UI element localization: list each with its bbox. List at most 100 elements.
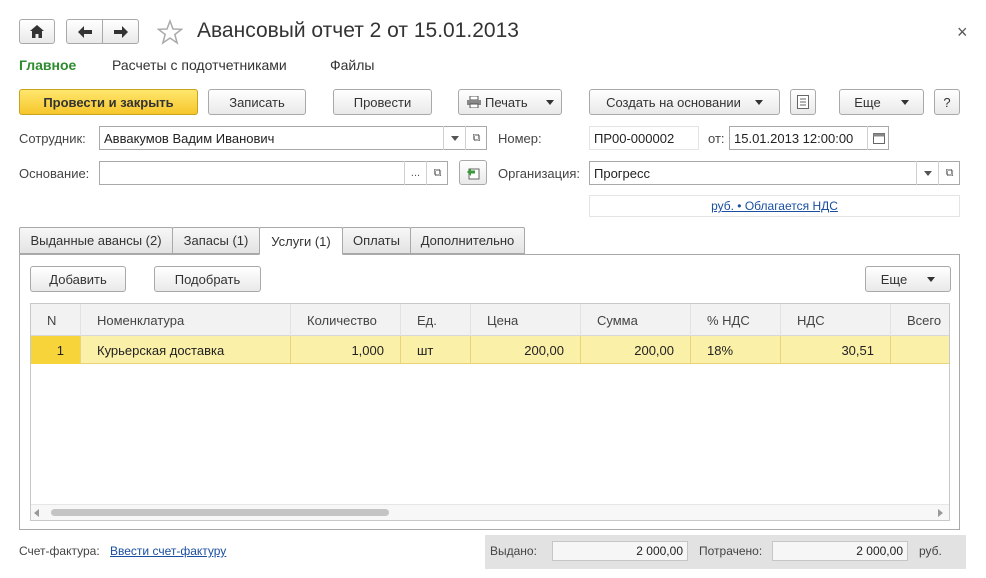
cell-unit-value: шт — [417, 342, 434, 358]
cell-quantity-value: 1,000 — [351, 342, 384, 358]
employee-field[interactable]: Аввакумов Вадим Иванович ⧉ — [99, 126, 487, 150]
help-button[interactable]: ? — [934, 89, 960, 115]
cell-n[interactable]: 1 — [31, 336, 81, 364]
tab-services[interactable]: Услуги (1) — [259, 227, 343, 255]
chevron-down-icon — [900, 99, 909, 105]
cell-sum[interactable]: 200,00 — [581, 336, 691, 364]
more-label: Еще — [854, 94, 881, 110]
pick-button[interactable]: Подобрать — [154, 266, 261, 292]
vat-info-box: руб. • Облагается НДС — [589, 195, 960, 217]
cell-n-value: 1 — [56, 342, 64, 358]
tab-inventory[interactable]: Запасы (1) — [172, 227, 260, 254]
cell-item[interactable]: Курьерская доставка — [81, 336, 291, 364]
spent-label: Потрачено: — [699, 544, 763, 558]
cell-vat-rate-value: 18% — [707, 342, 734, 358]
home-button[interactable] — [19, 19, 55, 44]
chevron-down-icon — [545, 99, 554, 105]
issued-label: Выдано: — [490, 544, 537, 558]
organization-value: Прогресс — [594, 165, 651, 181]
report-icon-button[interactable] — [790, 89, 816, 115]
post-and-close-button[interactable]: Провести и закрыть — [19, 89, 198, 115]
post-button[interactable]: Провести — [333, 89, 432, 115]
fill-from-basis-icon — [467, 167, 480, 179]
totals-panel: Выдано: 2 000,00 Потрачено: 2 000,00 руб… — [485, 535, 966, 569]
forward-button[interactable] — [102, 19, 139, 44]
tab-additional[interactable]: Дополнительно — [410, 227, 525, 254]
page-title: Авансовый отчет 2 от 15.01.2013 — [197, 19, 519, 42]
scrollbar-thumb[interactable] — [51, 509, 389, 516]
open-icon[interactable]: ⧉ — [426, 161, 448, 185]
date-label: от: — [708, 131, 725, 146]
table-header: N Номенклатура Количество Ед. Цена Сумма… — [31, 304, 949, 336]
employee-value: Аввакумов Вадим Иванович — [104, 130, 275, 146]
more-button[interactable]: Еще — [839, 89, 924, 115]
vat-link[interactable]: руб. • Облагается НДС — [711, 199, 838, 213]
cell-price-value: 200,00 — [524, 342, 564, 358]
invoice-label: Счет-фактура: — [19, 544, 100, 558]
scroll-right-icon[interactable] — [938, 509, 943, 517]
printer-icon — [467, 96, 481, 108]
col-header-price[interactable]: Цена — [471, 304, 581, 336]
tab-payments[interactable]: Оплаты — [342, 227, 411, 254]
invoice-link[interactable]: Ввести счет-фактуру — [110, 544, 226, 558]
col-header-total[interactable]: Всего — [891, 304, 949, 336]
cell-total[interactable]: 2 — [891, 336, 949, 364]
add-button[interactable]: Добавить — [30, 266, 126, 292]
favorite-star-icon[interactable] — [156, 18, 184, 45]
basis-label: Основание: — [19, 166, 90, 181]
arrow-right-icon — [113, 25, 128, 38]
create-based-on-label: Создать на основании — [606, 94, 741, 110]
cell-price[interactable]: 200,00 — [471, 336, 581, 364]
issued-value: 2 000,00 — [636, 544, 683, 558]
col-header-vat-rate[interactable]: % НДС — [691, 304, 781, 336]
spent-field: 2 000,00 — [772, 541, 908, 561]
col-header-n[interactable]: N — [31, 304, 81, 336]
cell-quantity[interactable]: 1,000 — [291, 336, 401, 364]
basis-field[interactable]: ... ⧉ — [99, 161, 448, 185]
table-row[interactable]: 1 Курьерская доставка 1,000 шт 200,00 20… — [31, 336, 949, 364]
number-value: ПР00-000002 — [594, 130, 675, 146]
col-header-item[interactable]: Номенклатура — [81, 304, 291, 336]
chevron-down-icon — [754, 99, 763, 105]
document-icon — [797, 95, 809, 109]
date-field[interactable]: 15.01.2013 12:00:00 — [729, 126, 889, 150]
cell-vat[interactable]: 30,51 — [781, 336, 891, 364]
cell-vat-rate[interactable]: 18% — [691, 336, 781, 364]
col-header-unit[interactable]: Ед. — [401, 304, 471, 336]
section-main[interactable]: Главное — [19, 57, 76, 73]
table-more-button[interactable]: Еще — [865, 266, 951, 292]
currency-label: руб. — [919, 544, 942, 558]
table-more-label: Еще — [880, 271, 908, 287]
number-field[interactable]: ПР00-000002 — [589, 126, 699, 150]
tab-panel: Добавить Подобрать Еще N Номенклатура Ко… — [19, 254, 960, 530]
section-files[interactable]: Файлы — [330, 57, 374, 73]
date-value: 15.01.2013 12:00:00 — [734, 130, 854, 146]
cell-unit[interactable]: шт — [401, 336, 471, 364]
calendar-icon[interactable] — [867, 126, 889, 150]
dropdown-arrow-icon[interactable] — [916, 161, 938, 185]
open-icon[interactable]: ⧉ — [938, 161, 960, 185]
close-icon[interactable]: × — [957, 22, 968, 43]
dropdown-arrow-icon[interactable] — [443, 126, 465, 150]
cell-vat-value: 30,51 — [841, 342, 874, 358]
print-button[interactable]: Печать — [458, 89, 562, 115]
tab-advances[interactable]: Выданные авансы (2) — [19, 227, 173, 254]
cell-item-value: Курьерская доставка — [97, 342, 225, 358]
horizontal-scrollbar[interactable] — [31, 504, 949, 520]
cell-sum-value: 200,00 — [634, 342, 674, 358]
organization-label: Организация: — [498, 166, 581, 181]
organization-field[interactable]: Прогресс ⧉ — [589, 161, 960, 185]
create-based-on-button[interactable]: Создать на основании — [589, 89, 780, 115]
col-header-sum[interactable]: Сумма — [581, 304, 691, 336]
scroll-left-icon[interactable] — [34, 509, 39, 517]
employee-label: Сотрудник: — [19, 131, 86, 146]
ellipsis-icon[interactable]: ... — [404, 161, 426, 185]
col-header-vat[interactable]: НДС — [781, 304, 891, 336]
col-header-quantity[interactable]: Количество — [291, 304, 401, 336]
fill-basis-button[interactable] — [459, 160, 487, 185]
section-settlements[interactable]: Расчеты с подотчетниками — [112, 57, 287, 73]
arrow-left-icon — [77, 25, 92, 38]
save-button[interactable]: Записать — [208, 89, 306, 115]
open-icon[interactable]: ⧉ — [465, 126, 487, 150]
back-button[interactable] — [66, 19, 103, 44]
